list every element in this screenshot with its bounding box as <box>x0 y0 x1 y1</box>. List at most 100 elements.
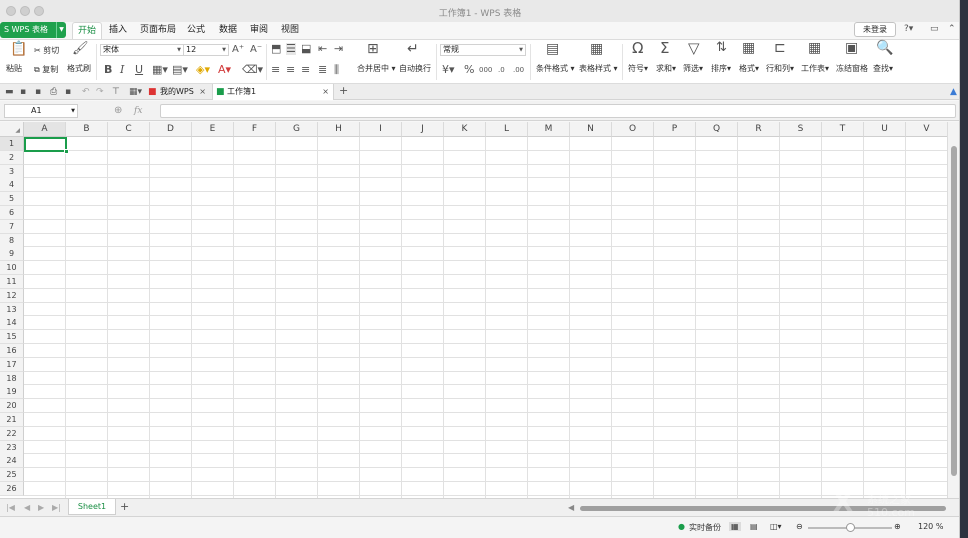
sum-button[interactable]: 求和▾ <box>656 63 676 74</box>
format-button[interactable]: 格式▾ <box>739 63 759 74</box>
add-sheet-icon[interactable]: + <box>120 501 129 513</box>
first-sheet-icon[interactable]: |◀ <box>6 502 15 514</box>
row-col-button[interactable]: 行和列▾ <box>766 63 794 74</box>
column-header[interactable]: O <box>612 122 654 137</box>
align-center-icon[interactable]: ≡ <box>286 64 295 76</box>
conditional-format-icon[interactable]: ▤ <box>546 42 559 56</box>
format-icon[interactable]: ▦ <box>742 41 755 55</box>
column-header[interactable]: R <box>738 122 780 137</box>
zoom-out-icon[interactable]: ⊖ <box>796 522 803 531</box>
feedback-icon[interactable]: ▭ <box>930 24 939 34</box>
redo-icon[interactable]: ↷ <box>96 86 104 98</box>
table-style-button[interactable]: 表格样式 ▾ <box>579 63 618 74</box>
thousands-button[interactable]: 000 <box>479 64 492 76</box>
tab-home[interactable]: 开始 <box>72 22 102 39</box>
row-header[interactable]: 22 <box>0 426 24 441</box>
close-icon[interactable]: × <box>322 84 329 99</box>
font-name-select[interactable]: 宋体 ▼ <box>100 44 184 56</box>
cloud-icon[interactable]: ▲ <box>950 86 957 98</box>
page-layout-view-icon[interactable]: ▤ <box>750 522 758 531</box>
align-left-icon[interactable]: ≡ <box>271 64 280 76</box>
row-header[interactable]: 5 <box>0 192 24 207</box>
paste-icon[interactable]: 📋 <box>10 42 27 56</box>
row-header[interactable]: 9 <box>0 247 24 262</box>
help-icon[interactable]: ?▾ <box>904 24 913 34</box>
column-header[interactable]: F <box>234 122 276 137</box>
row-header[interactable]: 8 <box>0 233 24 248</box>
row-col-icon[interactable]: ⊏ <box>774 41 786 55</box>
font-size-select[interactable]: 12 ▼ <box>183 44 229 56</box>
row-header[interactable]: 21 <box>0 413 24 427</box>
page-break-view-icon[interactable]: ◫▾ <box>770 522 782 531</box>
vertical-scrollbar[interactable] <box>947 122 959 498</box>
align-middle-icon[interactable]: ☰ <box>286 43 296 55</box>
column-header[interactable]: S <box>780 122 822 137</box>
row-header[interactable]: 14 <box>0 316 24 331</box>
merge-center-icon[interactable]: ⊞ <box>367 42 379 56</box>
increase-decimal-icon[interactable]: .0 <box>498 64 505 76</box>
active-cell-a1[interactable] <box>24 137 67 152</box>
column-header[interactable]: N <box>570 122 612 137</box>
freeze-panes-icon[interactable]: ▣ <box>845 41 858 55</box>
function-icon[interactable]: fx <box>134 105 142 117</box>
row-header[interactable]: 18 <box>0 371 24 386</box>
backup-status[interactable]: 实时备份 <box>689 522 721 533</box>
merge-center-button[interactable]: 合并居中 ▾ <box>357 63 396 74</box>
wrap-text-button[interactable]: 自动换行 <box>399 63 431 74</box>
borders-icon[interactable]: ▦▾ <box>152 64 168 76</box>
worksheet-icon[interactable]: ▦ <box>808 41 821 55</box>
spreadsheet-grid[interactable]: ABCDEFGHIJKLMNOPQRSTUV 1 2 3 4 5 6 7 8 9 10 11 12 13… <box>0 122 947 498</box>
decrease-font-icon[interactable]: A⁻ <box>250 44 262 56</box>
freeze-panes-button[interactable]: 冻结窗格 <box>836 63 868 74</box>
print-icon[interactable]: ⎙ <box>50 86 57 98</box>
formula-input[interactable] <box>160 104 956 118</box>
export-icon[interactable]: ▪ <box>35 86 41 98</box>
print-preview-icon[interactable]: ▪ <box>65 86 71 98</box>
tab-insert[interactable]: 插入 <box>106 22 130 39</box>
conditional-format-button[interactable]: 条件格式 ▾ <box>536 63 575 74</box>
paste-button[interactable]: 粘贴 <box>6 63 22 74</box>
row-header[interactable]: 15 <box>0 330 24 345</box>
percent-button[interactable]: % <box>464 64 474 76</box>
column-header[interactable]: G <box>276 122 318 137</box>
row-header[interactable]: 19 <box>0 385 24 400</box>
table-style-icon[interactable]: ▦ <box>590 42 603 56</box>
column-header[interactable]: L <box>486 122 528 137</box>
sheet-tab-sheet1[interactable]: Sheet1 <box>68 499 116 515</box>
row-header[interactable]: 3 <box>0 164 24 179</box>
currency-icon[interactable]: ¥▾ <box>442 64 455 76</box>
row-header[interactable]: 23 <box>0 440 24 455</box>
tab-data[interactable]: 数据 <box>216 22 240 39</box>
fill-handle[interactable] <box>64 149 69 154</box>
font-color-icon[interactable]: A▾ <box>218 64 231 76</box>
worksheet-button[interactable]: 工作表▾ <box>801 63 829 74</box>
align-top-icon[interactable]: ⬒ <box>271 43 281 55</box>
column-header[interactable]: M <box>528 122 570 137</box>
undo-icon[interactable]: ↶ <box>82 86 90 98</box>
row-header[interactable]: 6 <box>0 206 24 220</box>
number-format-select[interactable]: 常规 ▼ <box>440 44 526 56</box>
column-header[interactable]: D <box>150 122 192 137</box>
filter-icon[interactable]: ▽ <box>688 41 700 56</box>
row-header[interactable]: 1 <box>0 137 24 151</box>
sum-icon[interactable]: Σ <box>660 41 669 56</box>
scroll-left-icon[interactable]: ◀ <box>568 502 574 514</box>
close-icon[interactable]: × <box>199 84 206 99</box>
justify-icon[interactable]: ≣ <box>318 64 327 76</box>
distribute-icon[interactable]: ⫼ <box>334 64 339 76</box>
column-header[interactable]: T <box>822 122 864 137</box>
search-icon[interactable]: 🔍 <box>876 41 893 55</box>
login-button[interactable]: 未登录 <box>854 22 896 37</box>
row-header[interactable]: 2 <box>0 150 24 165</box>
vertical-scroll-thumb[interactable] <box>951 146 957 476</box>
new-tab-icon[interactable]: + <box>339 85 348 97</box>
row-header[interactable]: 16 <box>0 344 24 358</box>
tab-formulas[interactable]: 公式 <box>184 22 208 39</box>
decrease-decimal-icon[interactable]: .00 <box>513 64 524 76</box>
next-sheet-icon[interactable]: ▶ <box>38 502 44 514</box>
decrease-indent-icon[interactable]: ⇤ <box>318 43 327 55</box>
column-header[interactable]: E <box>192 122 234 137</box>
row-header[interactable]: 7 <box>0 219 24 234</box>
row-header[interactable]: 25 <box>0 468 24 483</box>
grid-menu-icon[interactable]: ▦▾ <box>129 86 142 98</box>
